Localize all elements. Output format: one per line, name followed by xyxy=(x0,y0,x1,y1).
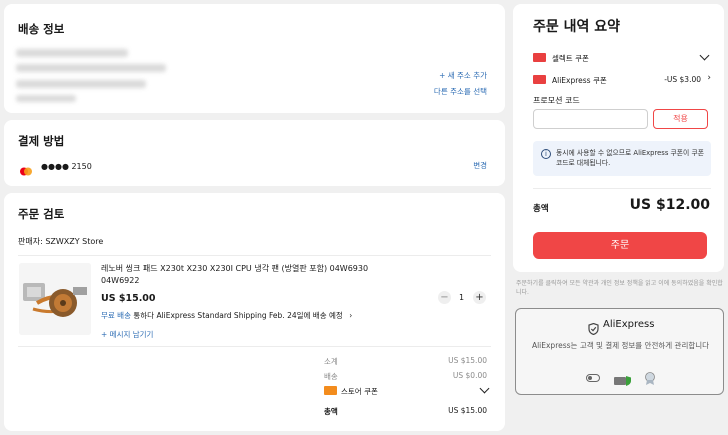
shipping-method[interactable]: 무료 배송 통하다 AliExpress Standard Shipping F… xyxy=(101,310,352,321)
aliexpress-coupon-value: -US $3.00 xyxy=(664,75,701,84)
change-payment-link[interactable]: 변경 xyxy=(473,160,487,171)
apply-promo-button[interactable]: 적용 xyxy=(653,109,708,129)
order-review-card: 주문 검토 판매자: SZWXZY Store 레노버 씽크 패드 X230t … xyxy=(4,193,505,431)
subtotal-label: 소계 xyxy=(324,357,338,366)
badge-icon xyxy=(644,371,656,390)
payment-card: 결제 방법 ●●●● 2150 변경 xyxy=(4,120,505,186)
review-title: 주문 검토 xyxy=(18,207,65,221)
divider xyxy=(18,346,491,347)
aliexpress-coupon-label: AliExpress 쿠폰 xyxy=(552,76,607,85)
card-number: ●●●● 2150 xyxy=(41,162,92,171)
chevron-down-icon xyxy=(479,383,490,394)
quantity-decrease-button[interactable]: − xyxy=(438,291,451,304)
free-shipping-label: 무료 배송 xyxy=(101,311,131,320)
quantity-increase-button[interactable]: + xyxy=(473,291,486,304)
aliexpress-coupon-row[interactable]: AliExpress 쿠폰 -US $3.00 › xyxy=(533,73,711,86)
quantity-value[interactable]: 1 xyxy=(459,293,464,302)
blurred-address-line xyxy=(16,64,166,72)
select-coupon-label: 셀렉트 쿠폰 xyxy=(552,54,589,63)
chevron-down-icon xyxy=(699,50,710,61)
seller-name[interactable]: 판매자: SZWXZY Store xyxy=(18,236,103,247)
blurred-address-line xyxy=(16,95,76,102)
aliexpress-logo: AliExpress xyxy=(588,319,658,336)
promo-code-label: 프로모션 코드 xyxy=(533,96,580,105)
summary-total-label: 총액 xyxy=(533,204,549,214)
product-title[interactable]: 레노버 씽크 패드 X230t X230 X230I CPU 냉각 팬 (방열판… xyxy=(101,263,401,287)
divider xyxy=(533,188,711,189)
summary-title: 주문 내역 요약 xyxy=(533,19,621,35)
add-address-link[interactable]: + 새 주소 추가 xyxy=(439,70,487,81)
chevron-right-icon: › xyxy=(349,311,353,320)
chevron-right-icon: › xyxy=(707,73,711,83)
product-title-line1: 레노버 씽크 패드 X230t X230 X230I CPU 냉각 팬 (방열판… xyxy=(101,264,369,273)
toggle-icon xyxy=(586,374,600,382)
product-price: US $15.00 xyxy=(101,293,156,304)
product-image[interactable] xyxy=(19,263,91,335)
cooling-fan-image xyxy=(19,263,91,335)
shipping-label: 배송 xyxy=(324,372,338,381)
product-title-line2: 04W6922 xyxy=(101,276,140,285)
mastercard-icon xyxy=(19,161,33,176)
coupon-notice: i 동시에 사용할 수 없으므로 AliExpress 쿠폰이 쿠폰 코드로 대… xyxy=(533,141,711,176)
payment-title: 결제 방법 xyxy=(18,134,65,148)
shipping-info: 통하다 AliExpress Standard Shipping Feb. 24… xyxy=(133,311,343,320)
trust-card: AliExpress AliExpress는 고객 및 결제 정보를 안전하게 … xyxy=(515,308,724,395)
aliexpress-coupon-icon xyxy=(533,75,546,84)
select-coupon-row[interactable]: 셀렉트 쿠폰 xyxy=(533,50,711,64)
shipping-card: 배송 정보 + 새 주소 추가 다른 주소를 선택 xyxy=(4,4,505,113)
trust-text: AliExpress는 고객 및 결제 정보를 안전하게 관리합니다 xyxy=(531,341,710,350)
review-total-label: 총액 xyxy=(324,407,338,416)
store-coupon-label: 스토어 쿠폰 xyxy=(341,387,378,396)
subtotal-value: US $15.00 xyxy=(448,356,487,365)
shield-icon xyxy=(588,320,599,339)
blurred-address-line xyxy=(16,80,146,88)
order-summary-card: 주문 내역 요약 셀렉트 쿠폰 AliExpress 쿠폰 -US $3.00 … xyxy=(513,4,724,272)
choose-other-address-link[interactable]: 다른 주소를 선택 xyxy=(434,86,487,97)
summary-total-value: US $12.00 xyxy=(629,197,710,213)
shipping-value: US $0.00 xyxy=(452,371,487,380)
secure-card-icon xyxy=(614,372,632,391)
promo-code-input[interactable] xyxy=(533,109,648,129)
place-order-button[interactable]: 주문 xyxy=(533,232,707,259)
review-total-value: US $15.00 xyxy=(448,406,487,415)
store-coupon-icon xyxy=(324,386,337,395)
leave-message-link[interactable]: + 메시지 남기기 xyxy=(101,329,153,340)
select-coupon-icon xyxy=(533,53,546,62)
info-icon: i xyxy=(541,149,551,159)
store-coupon-row[interactable]: 스토어 쿠폰 xyxy=(324,383,491,397)
aliexpress-brand: AliExpress xyxy=(603,319,655,330)
divider xyxy=(18,255,491,256)
coupon-notice-text: 동시에 사용할 수 없으므로 AliExpress 쿠폰이 쿠폰 코드로 대체됩… xyxy=(556,149,704,167)
shipping-title: 배송 정보 xyxy=(18,22,65,36)
terms-text: 주문하기를 클릭하여 모든 약관과 개인 정보 정책을 읽고 이에 동의하였음을… xyxy=(516,280,723,296)
blurred-address-line xyxy=(16,49,128,57)
